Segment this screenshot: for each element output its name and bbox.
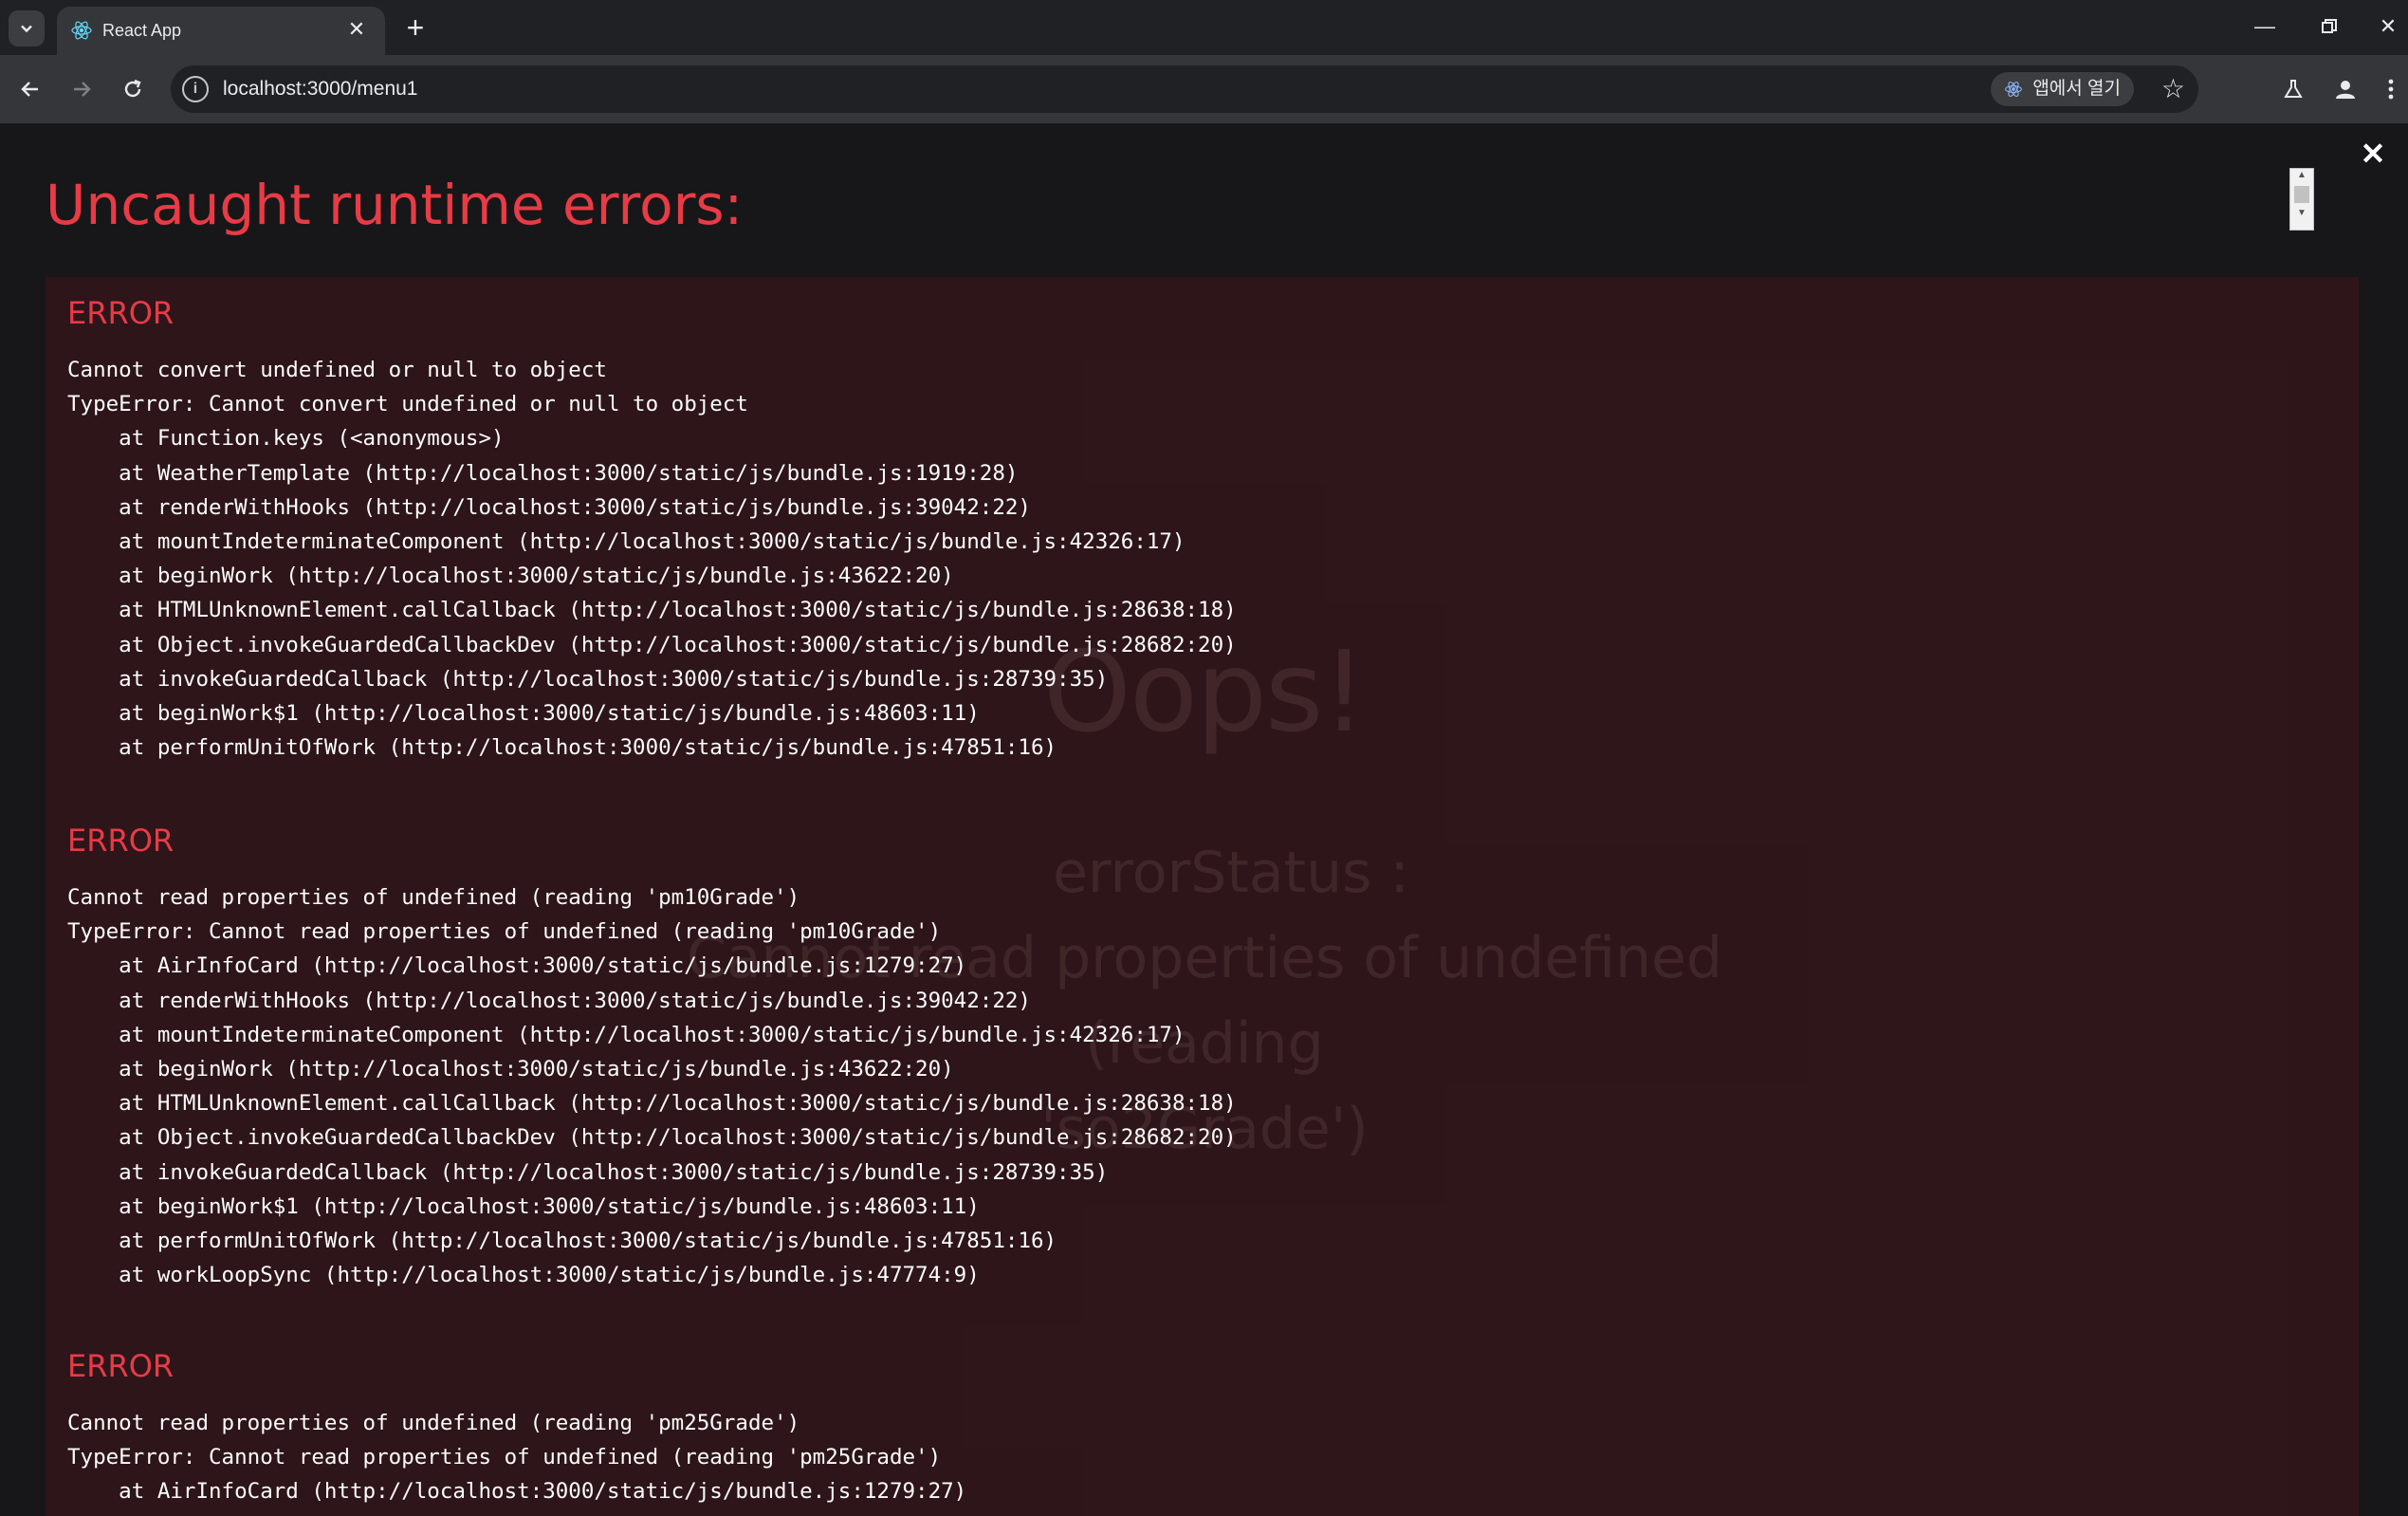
error-line: at renderWithHooks (http://localhost:300… bbox=[67, 988, 1031, 1013]
open-in-app-button[interactable]: 앱에서 열기 bbox=[1991, 72, 2134, 106]
error-line: at WeatherTemplate (http://localhost:300… bbox=[67, 460, 1019, 486]
tab-title: React App bbox=[102, 21, 182, 40]
error-line: at HTMLUnknownElement.callCallback (http… bbox=[67, 598, 1237, 623]
error-line: at Object.invokeGuardedCallbackDev (http… bbox=[67, 1125, 1237, 1151]
tab-search-button[interactable] bbox=[9, 10, 45, 46]
error-header: ERROR bbox=[67, 1348, 175, 1384]
overlay-scrollbar[interactable]: ▲ ▼ bbox=[2289, 168, 2314, 231]
error-stack: Cannot convert undefined or null to obje… bbox=[67, 353, 1237, 765]
error-line: Cannot convert undefined or null to obje… bbox=[67, 358, 607, 382]
error-line: at renderWithHooks (http://localhost:300… bbox=[67, 494, 1031, 520]
error-line: at workLoopSync (http://localhost:3000/s… bbox=[67, 1263, 980, 1288]
error-line: at beginWork (http://localhost:3000/stat… bbox=[67, 564, 954, 589]
react-logo-icon bbox=[2005, 82, 2023, 97]
chevron-down-icon bbox=[21, 25, 32, 33]
page-viewport: Oops! errorStatus : Cannot read properti… bbox=[0, 123, 2408, 1516]
error-header: ERROR bbox=[67, 823, 175, 859]
window-close-icon[interactable]: ✕ bbox=[2369, 9, 2407, 44]
error-line: at mountIndeterminateComponent (http://l… bbox=[67, 528, 1186, 554]
tab-close-icon[interactable]: ✕ bbox=[343, 16, 370, 43]
profile-icon[interactable] bbox=[2325, 68, 2366, 110]
error-block: ERROR Cannot convert undefined or null t… bbox=[67, 294, 1237, 765]
url-text[interactable]: localhost:3000/menu1 bbox=[223, 78, 417, 101]
error-line: at beginWork$1 (http://localhost:3000/st… bbox=[67, 1193, 980, 1219]
error-line: Cannot read properties of undefined (rea… bbox=[67, 1411, 800, 1435]
error-block: ERROR Cannot read properties of undefine… bbox=[67, 1347, 966, 1509]
forward-icon[interactable] bbox=[61, 68, 102, 110]
bookmark-star-icon[interactable]: ☆ bbox=[2161, 73, 2185, 105]
tab-react-app[interactable]: React App ✕ bbox=[57, 7, 385, 55]
reload-icon[interactable] bbox=[112, 68, 154, 110]
error-line: at Function.keys (<anonymous>) bbox=[67, 426, 505, 452]
error-line: Cannot read properties of undefined (rea… bbox=[67, 885, 800, 910]
labs-flask-icon[interactable] bbox=[2272, 68, 2314, 110]
error-overlay: Uncaught runtime errors: ✕ ▲ ▼ ERROR Can… bbox=[0, 123, 2408, 1516]
new-tab-button[interactable]: + bbox=[398, 11, 432, 46]
overlay-title: Uncaught runtime errors: bbox=[46, 173, 744, 237]
scroll-thumb[interactable] bbox=[2294, 186, 2309, 203]
react-logo-icon bbox=[71, 21, 92, 40]
overlay-close-icon[interactable]: ✕ bbox=[2356, 137, 2390, 171]
error-line: at performUnitOfWork (http://localhost:3… bbox=[67, 735, 1057, 761]
error-header: ERROR bbox=[67, 295, 175, 331]
error-line: at AirInfoCard (http://localhost:3000/st… bbox=[67, 1479, 967, 1505]
menu-kebab-icon[interactable] bbox=[2377, 68, 2405, 110]
error-stack: Cannot read properties of undefined (rea… bbox=[67, 880, 1237, 1292]
error-line: at AirInfoCard (http://localhost:3000/st… bbox=[67, 953, 967, 979]
error-line: TypeError: Cannot convert undefined or n… bbox=[67, 392, 748, 417]
error-line: at performUnitOfWork (http://localhost:3… bbox=[67, 1228, 1057, 1253]
error-line: at Object.invokeGuardedCallbackDev (http… bbox=[67, 632, 1237, 657]
open-in-app-label: 앱에서 열기 bbox=[2032, 79, 2121, 99]
browser-toolbar: i localhost:3000/menu1 앱에서 열기 ☆ bbox=[0, 55, 2408, 123]
error-line: TypeError: Cannot read properties of und… bbox=[67, 1445, 942, 1470]
address-bar[interactable]: i localhost:3000/menu1 앱에서 열기 ☆ bbox=[171, 65, 2198, 113]
error-line: at invokeGuardedCallback (http://localho… bbox=[67, 1159, 1109, 1185]
back-icon[interactable] bbox=[9, 68, 51, 110]
error-line: at mountIndeterminateComponent (http://l… bbox=[67, 1022, 1186, 1047]
error-line: at invokeGuardedCallback (http://localho… bbox=[67, 666, 1109, 692]
error-line: at beginWork$1 (http://localhost:3000/st… bbox=[67, 700, 980, 726]
error-block: ERROR Cannot read properties of undefine… bbox=[67, 822, 1237, 1292]
error-line: at HTMLUnknownElement.callCallback (http… bbox=[67, 1091, 1237, 1117]
error-line: TypeError: Cannot read properties of und… bbox=[67, 919, 942, 945]
error-stack: Cannot read properties of undefined (rea… bbox=[67, 1406, 966, 1509]
scroll-down-icon[interactable]: ▼ bbox=[2290, 207, 2313, 220]
scroll-up-icon[interactable]: ▲ bbox=[2290, 169, 2313, 182]
error-line: at beginWork (http://localhost:3000/stat… bbox=[67, 1056, 954, 1082]
site-info-icon[interactable]: i bbox=[182, 76, 209, 102]
error-list-panel[interactable]: ERROR Cannot convert undefined or null t… bbox=[46, 277, 2359, 1516]
restore-icon[interactable] bbox=[2310, 9, 2348, 44]
minimize-icon[interactable]: — bbox=[2246, 9, 2284, 44]
tab-strip: React App ✕ + — ✕ bbox=[0, 0, 2408, 55]
